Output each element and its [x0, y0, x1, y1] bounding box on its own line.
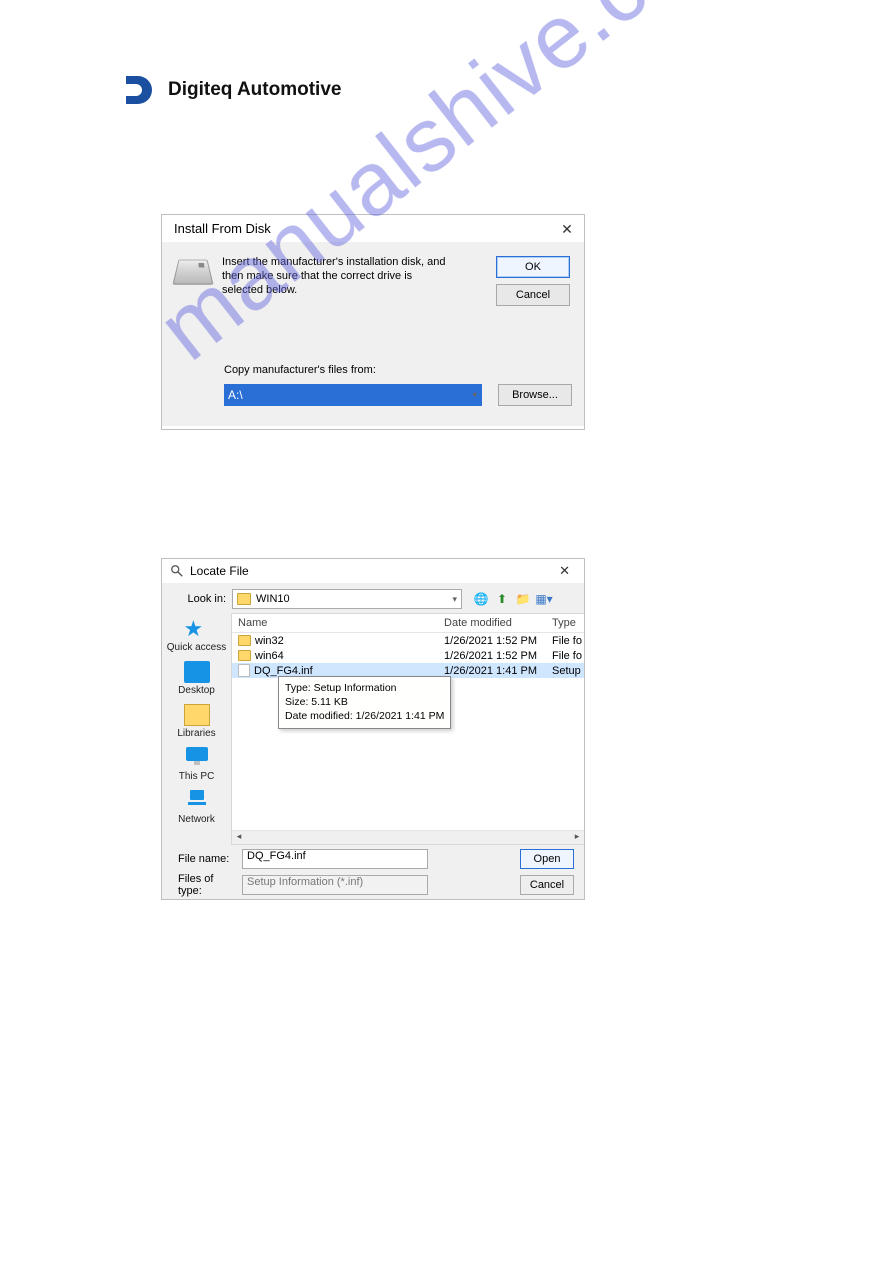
chevron-down-icon: ▾: [452, 594, 457, 605]
inf-file-icon: [238, 664, 250, 677]
views-icon[interactable]: ▦▾: [535, 590, 553, 608]
tooltip-line: Size: 5.11 KB: [285, 695, 444, 709]
star-icon: ★: [184, 618, 210, 640]
file-name: DQ_FG4.inf: [254, 665, 313, 677]
place-thispc[interactable]: This PC: [162, 744, 231, 785]
place-quick-access[interactable]: ★ Quick access: [162, 615, 231, 656]
folder-icon: [238, 650, 251, 661]
open-button[interactable]: Open: [520, 849, 574, 869]
place-network[interactable]: Network: [162, 787, 231, 828]
file-tooltip: Type: Setup Information Size: 5.11 KB Da…: [278, 676, 451, 729]
places-bar: ★ Quick access Desktop Libraries This PC: [162, 613, 231, 845]
new-folder-icon[interactable]: 📁: [514, 590, 532, 608]
close-icon[interactable]: ✕: [553, 563, 576, 579]
place-label: Network: [178, 814, 215, 825]
dialog1-instruction-text: Insert the manufacturer's installation d…: [222, 256, 452, 297]
dialog2-main: ★ Quick access Desktop Libraries This PC: [162, 613, 584, 845]
scroll-left-icon[interactable]: ◂: [232, 831, 246, 845]
file-date: 1/26/2021 1:41 PM: [442, 662, 550, 680]
file-list-pane: Name Date modified Type win32 1/26/2021 …: [231, 613, 584, 845]
desktop-icon: [184, 661, 210, 683]
path-input[interactable]: A:\ ▾: [224, 384, 482, 406]
disk-icon: [172, 260, 213, 285]
up-icon[interactable]: ⬆: [493, 590, 511, 608]
folder-icon: [237, 593, 251, 605]
brand-logo-icon: [120, 72, 156, 108]
close-icon[interactable]: ✕: [560, 222, 574, 236]
tooltip-line: Type: Setup Information: [285, 681, 444, 695]
browse-button[interactable]: Browse...: [498, 384, 572, 406]
search-icon: [170, 564, 184, 578]
place-label: Quick access: [167, 642, 226, 653]
back-icon[interactable]: 🌐: [472, 590, 490, 608]
column-type: Type: [550, 614, 584, 632]
filetype-value: Setup Information (*.inf): [247, 876, 363, 888]
libraries-icon: [184, 704, 210, 726]
folder-icon: [238, 635, 251, 646]
column-date: Date modified: [442, 614, 550, 632]
lookin-label: Look in:: [170, 593, 226, 605]
filetype-label: Files of type:: [172, 873, 236, 897]
scroll-right-icon[interactable]: ▸: [570, 831, 584, 845]
chevron-down-icon[interactable]: ▾: [472, 390, 477, 401]
file-name: win64: [255, 650, 284, 662]
horizontal-scrollbar[interactable]: ◂ ▸: [232, 830, 584, 844]
filename-input[interactable]: DQ_FG4.inf: [242, 849, 428, 869]
file-name: win32: [255, 635, 284, 647]
filename-label: File name:: [172, 853, 236, 865]
thispc-icon: [184, 747, 210, 769]
network-icon: [184, 790, 210, 812]
place-desktop[interactable]: Desktop: [162, 658, 231, 699]
file-list-header[interactable]: Name Date modified Type: [232, 614, 584, 633]
lookin-value: WIN10: [256, 593, 290, 605]
place-label: Desktop: [178, 685, 215, 696]
file-type: Setup: [550, 662, 584, 680]
cancel-button[interactable]: Cancel: [520, 875, 574, 895]
install-from-disk-dialog: Install From Disk ✕ Insert the manufactu…: [161, 214, 585, 430]
brand-header: Digiteq Automotive: [120, 72, 341, 108]
locate-file-dialog: Locate File ✕ Look in: WIN10 ▾ 🌐 ⬆ 📁 ▦▾: [161, 558, 585, 900]
dialog1-body: Insert the manufacturer's installation d…: [162, 242, 584, 426]
place-label: This PC: [179, 771, 215, 782]
brand-name: Digiteq Automotive: [168, 79, 341, 101]
file-dialog-toolbar: 🌐 ⬆ 📁 ▦▾: [472, 590, 553, 608]
dialog2-bottom: File name: DQ_FG4.inf ▾ Open Files of ty…: [162, 845, 584, 897]
filetype-combo[interactable]: Setup Information (*.inf): [242, 875, 428, 895]
place-libraries[interactable]: Libraries: [162, 701, 231, 742]
filename-value: DQ_FG4.inf: [247, 850, 306, 862]
dialog2-body: Look in: WIN10 ▾ 🌐 ⬆ 📁 ▦▾ ★ Quic: [162, 583, 584, 899]
column-name: Name: [232, 614, 442, 632]
tooltip-line: Date modified: 1/26/2021 1:41 PM: [285, 709, 444, 723]
copy-from-label: Copy manufacturer's files from:: [224, 364, 376, 376]
dialog2-title: Locate File: [190, 564, 249, 578]
dialog2-titlebar: Locate File ✕: [162, 559, 584, 583]
ok-button[interactable]: OK: [496, 256, 570, 278]
place-label: Libraries: [177, 728, 215, 739]
dialog1-title: Install From Disk: [174, 221, 271, 236]
lookin-combo[interactable]: WIN10 ▾: [232, 589, 462, 609]
dialog1-titlebar: Install From Disk ✕: [162, 215, 584, 242]
cancel-button[interactable]: Cancel: [496, 284, 570, 306]
path-input-value: A:\: [225, 385, 481, 405]
